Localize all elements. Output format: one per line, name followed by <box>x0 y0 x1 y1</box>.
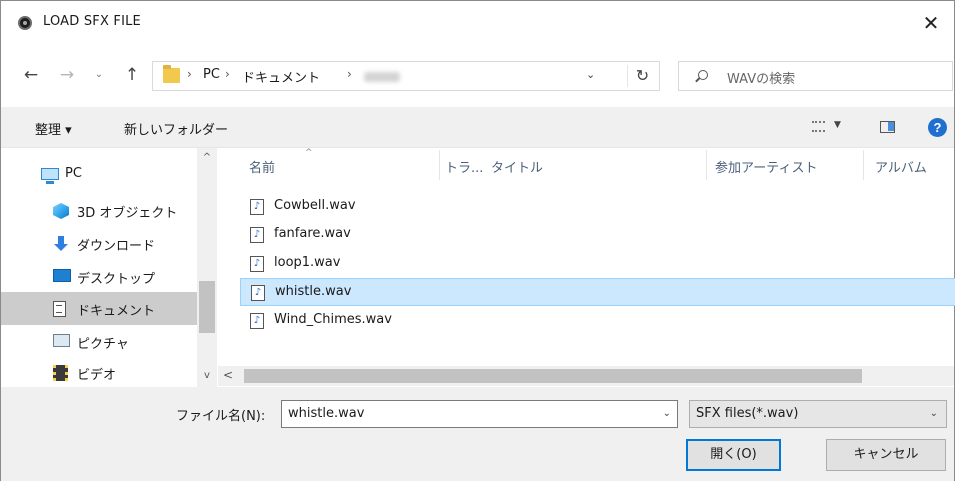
sidebar-item-pc[interactable]: PC <box>1 158 197 191</box>
file-row-cowbell[interactable]: ♪ Cowbell.wav <box>240 193 955 221</box>
view-options-dropdown-icon[interactable]: ▼ <box>834 120 841 130</box>
sidebar-item-label: 3D オブジェクト <box>77 206 178 221</box>
scroll-up-icon[interactable]: ^ <box>197 152 217 163</box>
file-name: fanfare.wav <box>274 226 351 241</box>
file-name: Cowbell.wav <box>274 198 356 213</box>
desktop-icon <box>53 269 71 282</box>
column-header-name[interactable]: 名前 <box>249 148 275 182</box>
filetype-select[interactable]: SFX files(*.wav) ⌄ <box>689 400 947 428</box>
file-row-loop1[interactable]: ♪ loop1.wav <box>240 250 955 278</box>
view-options-icon[interactable] <box>812 121 825 132</box>
back-arrow-icon[interactable]: ← <box>19 63 43 87</box>
videos-icon <box>53 365 68 381</box>
close-button[interactable]: ✕ <box>908 1 954 45</box>
sidebar-item-pictures[interactable]: ピクチャ <box>1 325 197 358</box>
breadcrumb-redacted-folder[interactable] <box>364 72 400 82</box>
audio-file-icon: ♪ <box>250 199 264 215</box>
filename-label: ファイル名(N): <box>176 409 266 424</box>
column-header-title[interactable]: タイトル <box>491 148 543 182</box>
dialog-footer: ファイル名(N): whistle.wav ⌄ SFX files(*.wav)… <box>1 387 954 481</box>
navigation-pane: PC 3D オブジェクト ダウンロード デスクトップ ドキュメント ピクチャ ビ… <box>1 148 218 388</box>
address-bar[interactable]: › PC › ドキュメント › ⌄ ↻ <box>152 61 660 91</box>
column-header-artist[interactable]: 参加アーティスト <box>715 148 817 182</box>
filetype-dropdown-icon[interactable]: ⌄ <box>930 408 938 419</box>
audio-file-icon: ♪ <box>250 313 264 329</box>
file-name: Wind_Chimes.wav <box>274 312 392 327</box>
column-divider[interactable] <box>439 150 440 180</box>
folder-icon <box>163 65 180 83</box>
filetype-value: SFX files(*.wav) <box>696 406 799 421</box>
sidebar-item-label: PC <box>65 166 82 181</box>
column-header-track[interactable]: トラ... <box>445 148 483 182</box>
sidebar-item-videos[interactable]: ビデオ <box>1 356 197 389</box>
breadcrumb-separator: › <box>347 67 352 81</box>
refresh-icon[interactable]: ↻ <box>627 65 657 87</box>
sort-ascending-icon: ^ <box>305 148 313 158</box>
recent-locations-chevron-icon[interactable]: ⌄ <box>87 63 111 87</box>
file-name: whistle.wav <box>275 284 352 299</box>
address-dropdown-icon[interactable]: ⌄ <box>586 68 595 81</box>
open-button[interactable]: 開く(O) <box>686 439 781 471</box>
new-folder-button[interactable]: 新しいフォルダー <box>124 119 228 138</box>
search-icon <box>698 70 708 80</box>
main-area: PC 3D オブジェクト ダウンロード デスクトップ ドキュメント ピクチャ ビ… <box>1 147 955 388</box>
sidebar-item-desktop[interactable]: デスクトップ <box>1 260 197 293</box>
documents-icon <box>53 301 66 317</box>
file-list: 名前 ^ トラ... タイトル 参加アーティスト アルバム ♪ Cowbell.… <box>218 148 955 388</box>
breadcrumb-separator: › <box>187 67 192 81</box>
sidebar-item-label: ダウンロード <box>77 239 156 254</box>
3d-objects-icon <box>53 203 69 219</box>
column-divider[interactable] <box>863 150 864 180</box>
column-header-album[interactable]: アルバム <box>875 148 927 182</box>
breadcrumb-documents[interactable]: ドキュメント <box>242 67 320 86</box>
sidebar-item-3d-objects[interactable]: 3D オブジェクト <box>1 194 197 227</box>
organize-button[interactable]: 整理 ▾ <box>35 119 72 138</box>
sidebar-item-label: ドキュメント <box>77 304 156 319</box>
title-bar: LOAD SFX FILE ✕ <box>1 1 954 45</box>
command-bar: 整理 ▾ 新しいフォルダー ▼ ? <box>1 107 954 147</box>
app-icon <box>18 16 32 30</box>
scroll-left-icon[interactable]: < <box>223 368 233 382</box>
forward-arrow-icon[interactable]: → <box>55 63 79 87</box>
file-row-whistle[interactable]: ♪ whistle.wav <box>240 278 955 306</box>
filename-dropdown-icon[interactable]: ⌄ <box>663 408 671 419</box>
load-sfx-file-dialog: LOAD SFX FILE ✕ ← → ⌄ ↑ › PC › ドキュメント › … <box>0 0 955 481</box>
help-icon[interactable]: ? <box>928 118 947 137</box>
pictures-icon <box>53 334 70 347</box>
file-name: loop1.wav <box>274 255 341 270</box>
sidebar-item-label: デスクトップ <box>77 272 156 287</box>
sidebar-scrollbar[interactable]: ^ v <box>197 148 217 388</box>
navigation-bar: ← → ⌄ ↑ › PC › ドキュメント › ⌄ ↻ WAVの検索 <box>1 45 954 107</box>
up-arrow-icon[interactable]: ↑ <box>120 63 144 87</box>
pc-icon <box>41 168 59 184</box>
search-box[interactable]: WAVの検索 <box>678 61 953 91</box>
download-icon <box>53 236 69 252</box>
file-row-fanfare[interactable]: ♪ fanfare.wav <box>240 221 955 249</box>
sidebar-item-label: ビデオ <box>77 368 117 383</box>
horizontal-scroll-thumb[interactable] <box>244 369 862 383</box>
sidebar-scroll-thumb[interactable] <box>199 281 215 333</box>
filename-value: whistle.wav <box>288 406 365 421</box>
breadcrumb-separator: › <box>225 67 230 81</box>
column-divider[interactable] <box>706 150 707 180</box>
preview-pane-icon[interactable] <box>880 121 895 133</box>
sidebar-item-label: ピクチャ <box>77 337 129 352</box>
breadcrumb-pc[interactable]: PC <box>203 67 220 82</box>
audio-file-icon: ♪ <box>251 285 265 301</box>
cancel-button[interactable]: キャンセル <box>826 439 946 471</box>
scroll-down-icon[interactable]: v <box>197 370 217 381</box>
sidebar-item-downloads[interactable]: ダウンロード <box>1 227 197 260</box>
search-placeholder: WAVの検索 <box>727 72 796 87</box>
audio-file-icon: ♪ <box>250 227 264 243</box>
audio-file-icon: ♪ <box>250 256 264 272</box>
horizontal-scrollbar[interactable]: < <box>218 366 954 386</box>
sidebar-item-documents[interactable]: ドキュメント <box>1 292 197 325</box>
file-row-wind-chimes[interactable]: ♪ Wind_Chimes.wav <box>240 307 955 335</box>
filename-input[interactable]: whistle.wav ⌄ <box>281 400 678 428</box>
window-title: LOAD SFX FILE <box>43 14 141 29</box>
